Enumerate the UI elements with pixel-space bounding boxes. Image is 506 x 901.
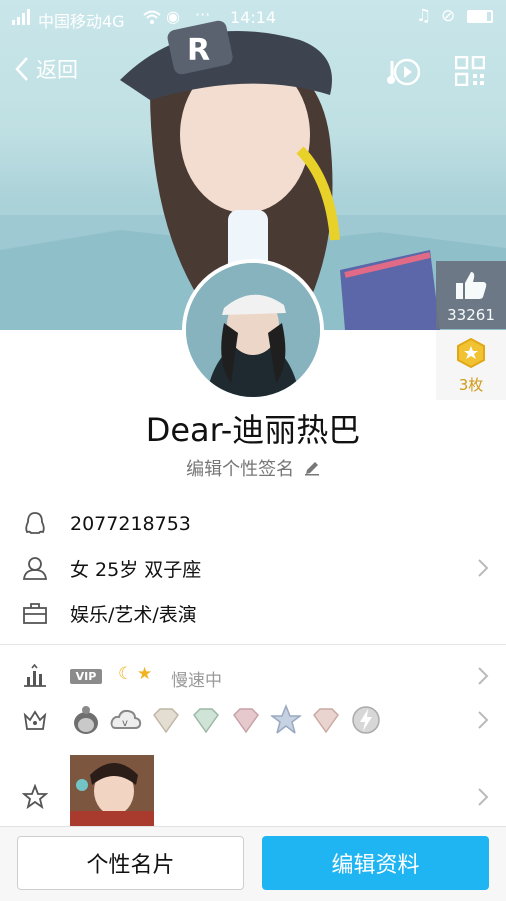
medal-list: v [70, 704, 382, 736]
briefcase-icon [23, 603, 47, 624]
like-button[interactable]: 33261 [436, 261, 506, 329]
edit-profile-button[interactable]: 编辑资料 [262, 836, 489, 890]
moon-icon: ☾ [118, 664, 134, 684]
like-count: 33261 [447, 306, 495, 324]
avatar-illustration [186, 263, 320, 397]
person-icon [22, 557, 48, 580]
chevron-right-icon [478, 559, 489, 577]
star-outline-icon [22, 784, 48, 810]
vip-badge: VIP [70, 669, 102, 684]
profile-card-button[interactable]: 个性名片 [17, 836, 244, 890]
nav-bar: 返回 [0, 52, 506, 92]
occupation: 娱乐/艺术/表演 [70, 603, 197, 626]
penguin-icon [25, 512, 45, 534]
crown-icon [23, 710, 47, 730]
qq-number-row: 2077218753 [0, 502, 506, 546]
star-medal-icon [270, 704, 302, 735]
penguin-medal-icon [74, 706, 98, 734]
thumbs-up-icon [456, 272, 487, 299]
basic-info: 女 25岁 双子座 [70, 558, 202, 581]
profile-name: Dear-迪丽热巴 [145, 411, 361, 449]
level-chart-icon [24, 663, 46, 687]
edit-signature[interactable]: 编辑个性签名 [0, 455, 506, 481]
music-icon[interactable] [386, 55, 420, 89]
signature-placeholder: 编辑个性签名 [186, 459, 295, 480]
diamond-icon [153, 708, 179, 734]
basic-info-row[interactable]: 女 25岁 双子座 [0, 546, 506, 590]
green-diamond-icon [193, 708, 219, 734]
star-icon: ★ [137, 664, 153, 684]
lightning-medal-icon [352, 706, 380, 734]
more-icon: ··· [195, 5, 211, 24]
qq-number: 2077218753 [70, 513, 191, 535]
status-bar: 中国移动4G ◉ ··· 14:14 ♫ ⊘ [0, 0, 506, 34]
headphone-icon: ♫ [416, 6, 432, 26]
pink-diamond-icon [233, 708, 259, 734]
cloud-vip-icon: v [110, 709, 142, 729]
chevron-left-icon [15, 57, 28, 81]
back-label: 返回 [36, 58, 78, 82]
bottom-bar: 个性名片 编辑资料 [0, 826, 506, 901]
photo-thumbnail[interactable] [70, 755, 154, 827]
carrier-text: 中国移动4G [38, 12, 125, 31]
pencil-icon [304, 462, 319, 476]
mute-icon: ⊘ [441, 6, 456, 26]
divider [0, 644, 506, 645]
speed-text: 慢速中 [171, 671, 222, 691]
qr-code-icon[interactable] [455, 56, 485, 86]
chevron-right-icon [478, 667, 489, 685]
svg-text:v: v [122, 718, 128, 729]
coin-count: 3枚 [458, 376, 484, 394]
back-button[interactable]: 返回 [14, 54, 78, 84]
weibo-icon: ◉ [166, 7, 180, 26]
wifi-icon [143, 10, 161, 24]
star-coin-icon [457, 337, 485, 369]
battery-icon [467, 10, 493, 23]
photo-illustration [70, 755, 154, 827]
signal-icon [12, 9, 30, 25]
chevron-right-icon [478, 788, 489, 806]
time-text: 14:14 [230, 8, 277, 27]
coin-button[interactable]: 3枚 [436, 330, 506, 400]
rose-diamond-icon [313, 708, 339, 734]
chevron-right-icon [478, 711, 489, 729]
avatar[interactable] [182, 259, 324, 401]
occupation-row: 娱乐/艺术/表演 [0, 591, 506, 635]
